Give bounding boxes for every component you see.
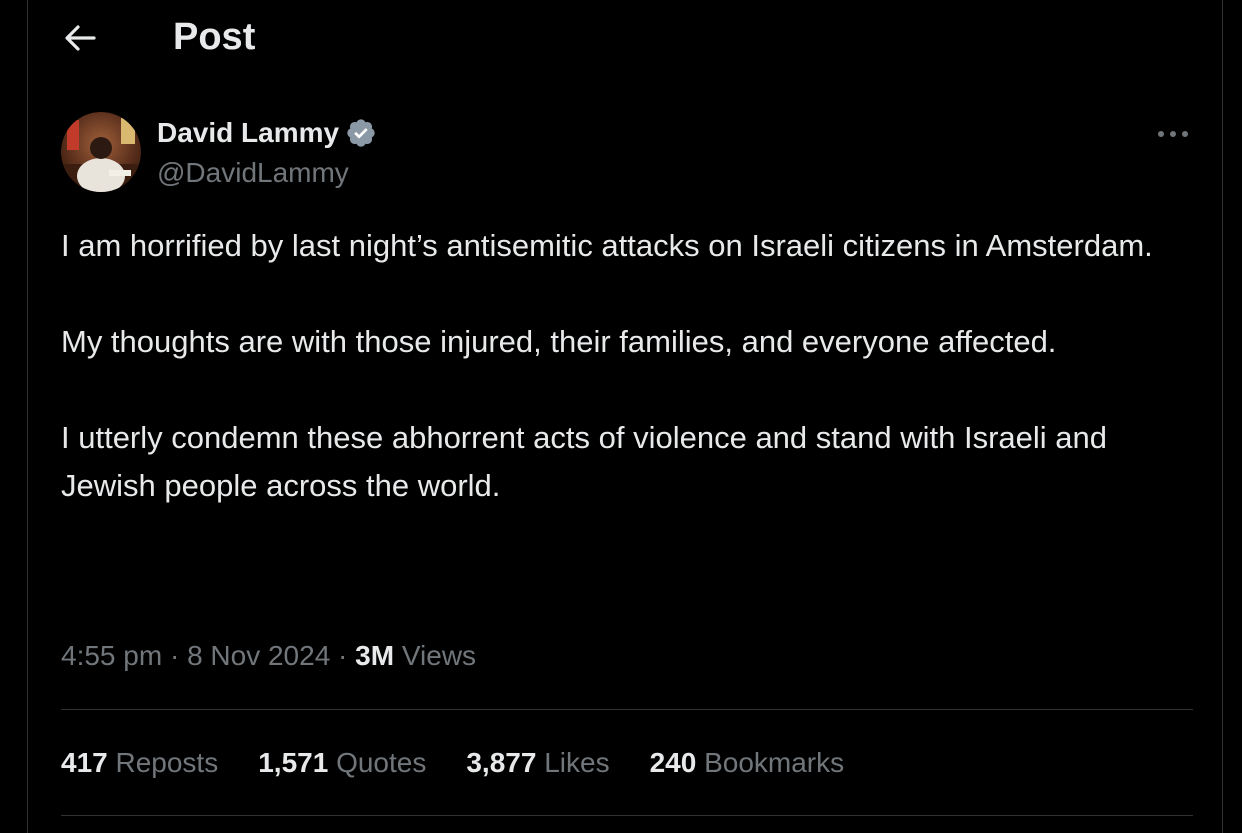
stat-label: Quotes: [328, 747, 427, 778]
views-count: 3M: [355, 640, 395, 671]
more-horizontal-icon: [1158, 131, 1188, 137]
stat-label: Bookmarks: [696, 747, 845, 778]
page-header: Post: [28, 0, 1222, 76]
post-text: I am horrified by last night’s antisemit…: [61, 222, 1201, 510]
stat-label: Reposts: [107, 747, 219, 778]
author-display-name[interactable]: David Lammy: [157, 117, 339, 149]
avatar[interactable]: [61, 112, 141, 192]
back-button[interactable]: [60, 18, 100, 58]
quotes-stat[interactable]: 1,571 Quotes: [258, 743, 426, 783]
arrow-left-icon: [65, 25, 96, 51]
post-paragraph: I utterly condemn these abhorrent acts o…: [61, 420, 1107, 503]
author-handle[interactable]: @DavidLammy: [157, 155, 349, 191]
stat-count: 1,571: [258, 747, 329, 778]
post-paragraph: My thoughts are with those injured, thei…: [61, 324, 1057, 359]
likes-stat[interactable]: 3,877 Likes: [466, 743, 609, 783]
post-date[interactable]: 8 Nov 2024: [187, 640, 330, 671]
engagement-stats: 417 Reposts 1,571 Quotes 3,877 Likes 240…: [61, 743, 884, 783]
stat-count: 240: [649, 747, 697, 778]
avatar-image: [61, 112, 141, 192]
bookmarks-stat[interactable]: 240 Bookmarks: [650, 743, 845, 783]
meta-separator: ·: [162, 640, 188, 671]
reposts-stat[interactable]: 417 Reposts: [61, 743, 218, 783]
author-row: David Lammy: [157, 113, 377, 153]
views-label: Views: [394, 640, 477, 671]
stat-count: 417: [61, 747, 108, 778]
post-paragraph: I am horrified by last night’s antisemit…: [61, 228, 1153, 263]
divider: [61, 815, 1193, 816]
post-column: Post David Lammy @DavidLammy I am horrif…: [27, 0, 1223, 833]
divider: [61, 709, 1193, 710]
stat-label: Likes: [536, 747, 610, 778]
page-title: Post: [173, 16, 256, 58]
meta-separator: ·: [330, 640, 356, 671]
more-options-button[interactable]: [1151, 118, 1195, 150]
verified-badge-icon[interactable]: [345, 117, 377, 149]
post-time[interactable]: 4:55 pm: [61, 640, 162, 671]
post-metadata: 4:55 pm · 8 Nov 2024 · 3M Views: [61, 636, 476, 676]
stat-count: 3,877: [466, 747, 537, 778]
